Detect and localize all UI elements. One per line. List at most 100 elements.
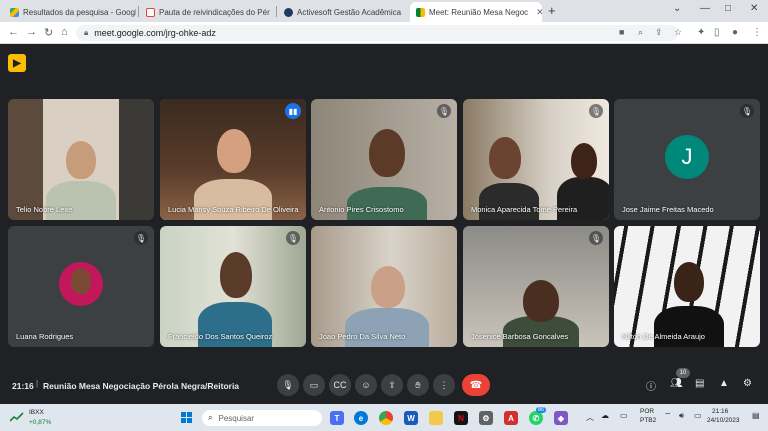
microphone-button[interactable]: 🎙︎ <box>277 374 299 396</box>
windows-taskbar: IBXX +0,87% ⌕ Pesquisar T e W N ⚙ A ✆ 86… <box>0 404 768 431</box>
netflix-icon[interactable]: N <box>454 411 468 425</box>
present-screen-button[interactable]: ⇧ <box>381 374 403 396</box>
separator: | <box>36 379 39 388</box>
file-explorer-icon[interactable] <box>429 411 443 425</box>
participant-tile[interactable]: 🎙︎ Francieldo Dos Santos Queiroz <box>160 226 306 347</box>
meet-window: ▶ Telio Nobre Leite ▮▮ Lucia Marisy Souz… <box>0 44 768 404</box>
chrome-icon[interactable] <box>379 411 393 425</box>
back-arrow-icon[interactable]: ← <box>8 26 19 38</box>
address-bar[interactable]: 🔒︎ meet.google.com/jrg-ohke-adz <box>76 25 678 41</box>
browser-tab-1[interactable]: Resultados da pesquisa - Googl ✕ <box>4 2 136 22</box>
leave-call-button[interactable]: ☎︎ <box>462 374 490 396</box>
zoom-icon[interactable]: ⌕ <box>638 27 643 38</box>
stock-chart-icon[interactable] <box>10 412 24 422</box>
participant-tile[interactable]: 🎙︎ Monica Aparecida Tome Pereira <box>463 99 609 220</box>
participant-name: Antonio Pires Crisostomo <box>319 205 404 214</box>
participant-tile[interactable]: 🎙︎ Antonio Pires Crisostomo <box>311 99 457 220</box>
meeting-info-icon[interactable]: ⓘ <box>646 378 656 393</box>
menu-kebab-icon[interactable]: ⋮ <box>752 27 762 38</box>
participant-tile[interactable]: Telio Nobre Leite <box>8 99 154 220</box>
app-icon[interactable]: ◆ <box>554 411 568 425</box>
participant-tile[interactable]: 🎙︎ Luana Rodrigues <box>8 226 154 347</box>
browser-tab-2[interactable]: Pauta de reivindicações do Pér ✕ <box>140 2 274 22</box>
participant-name: Jose Jaime Freitas Macedo <box>622 205 714 214</box>
video-person <box>347 187 427 220</box>
tab-label: Activesoft Gestão Acadêmica <box>297 7 402 17</box>
participant-name: Lucia Marisy Souza Ribeiro De Oliveira <box>168 205 299 214</box>
video-person-head <box>523 280 559 322</box>
meeting-clock: 21:16 <box>12 381 34 391</box>
people-icon[interactable]: 👥︎ <box>670 378 683 389</box>
video-person <box>46 181 116 220</box>
onedrive-icon[interactable]: ☁︎ <box>601 411 609 420</box>
bookmark-star-icon[interactable]: ☆ <box>674 27 682 38</box>
search-placeholder: Pesquisar <box>218 413 255 423</box>
meet-activity-icon[interactable]: ▶ <box>8 54 26 72</box>
word-icon[interactable]: W <box>404 411 418 425</box>
side-panel-icon[interactable]: ▯ <box>714 27 720 38</box>
close-tab-icon[interactable]: ✕ <box>532 7 542 18</box>
video-person-head <box>217 129 251 173</box>
new-tab-button[interactable]: + <box>548 3 556 18</box>
participant-tile[interactable]: 🎙︎ Josenice Barbosa Goncalves <box>463 226 609 347</box>
meet-icon <box>416 7 425 17</box>
teams-icon[interactable]: T <box>330 411 344 425</box>
home-icon[interactable]: ⌂ <box>61 26 68 38</box>
video-person-head <box>220 252 252 298</box>
volume-icon[interactable]: 🔊︎ <box>679 411 684 421</box>
battery-icon[interactable]: ▭ <box>694 411 702 420</box>
participant-tile[interactable]: J 🎙︎ Jose Jaime Freitas Macedo <box>614 99 760 220</box>
video-person-head <box>489 137 521 179</box>
emoji-reactions-button[interactable]: ☺ <box>355 374 377 396</box>
google-drive-icon <box>10 7 19 17</box>
tab-search-chevron-icon[interactable]: ⌄ <box>673 3 681 14</box>
settings-icon[interactable]: ⚙ <box>479 411 493 425</box>
close-window-button[interactable]: ✕ <box>750 3 758 14</box>
acrobat-icon[interactable]: A <box>504 411 518 425</box>
browser-tab-meet[interactable]: Meet: Reunião Mesa Negoc ✕ <box>410 2 542 22</box>
close-tab-icon[interactable]: ✕ <box>401 7 406 18</box>
maximize-button[interactable]: □ <box>725 3 731 14</box>
taskbar-date: 24/10/2023 <box>707 417 740 424</box>
notifications-icon[interactable]: ▤ <box>752 411 760 420</box>
chat-icon[interactable]: ▤ <box>695 378 704 389</box>
participant-tile-active-speaker[interactable]: ▮▮ Lucia Marisy Souza Ribeiro De Oliveir… <box>160 99 306 220</box>
raise-hand-button[interactable]: ✋︎ <box>407 374 429 396</box>
browser-tab-3[interactable]: Activesoft Gestão Acadêmica ✕ <box>278 2 406 22</box>
extensions-icon[interactable]: ✦ <box>697 27 705 38</box>
microphone-off-icon: 🎙︎ <box>286 231 300 245</box>
wifi-icon[interactable]: ⌔ <box>664 411 672 421</box>
whatsapp-icon[interactable]: ✆ <box>529 411 543 425</box>
close-tab-icon[interactable]: ✕ <box>270 7 275 18</box>
tab-label: Pauta de reivindicações do Pér <box>159 7 270 17</box>
edge-icon[interactable]: e <box>354 411 368 425</box>
forward-arrow-icon[interactable]: → <box>26 26 37 38</box>
windows-start-icon[interactable] <box>181 412 193 424</box>
video-person-head <box>371 266 405 308</box>
participant-name: Nilton De Almeida Araujo <box>622 332 705 341</box>
profile-icon[interactable]: ● <box>732 27 738 38</box>
tab-divider <box>276 6 277 17</box>
reload-icon[interactable]: ↻ <box>44 26 53 39</box>
participant-tile[interactable]: Nilton De Almeida Araujo <box>614 226 760 347</box>
activities-icon[interactable]: ▲ <box>719 378 729 389</box>
tab-label: Meet: Reunião Mesa Negoc <box>429 7 529 17</box>
keyboard-layout: PTB2 <box>640 417 657 424</box>
video-person-head <box>674 262 704 302</box>
captions-button[interactable]: CC <box>329 374 351 396</box>
microphone-off-icon: 🎙︎ <box>740 104 754 118</box>
minimize-button[interactable]: — <box>700 3 710 14</box>
participant-name: Joao Pedro Da Silva Neto <box>319 332 406 341</box>
taskbar-search-box[interactable]: ⌕ Pesquisar <box>202 410 322 426</box>
language-indicator[interactable]: POR <box>640 408 654 415</box>
host-controls-icon[interactable]: ⚙︎ <box>743 378 752 389</box>
tray-chevron-icon[interactable]: ︿ <box>586 412 594 423</box>
share-icon[interactable]: ⇪ <box>655 27 663 38</box>
browser-tab-strip: Resultados da pesquisa - Googl ✕ Pauta d… <box>0 0 768 22</box>
camera-button[interactable]: ▭ <box>303 374 325 396</box>
taskbar-clock[interactable]: 21:16 <box>712 408 728 415</box>
participant-tile[interactable]: Joao Pedro Da Silva Neto <box>311 226 457 347</box>
network-icon[interactable]: ▭ <box>620 411 628 420</box>
more-options-button[interactable]: ⋮ <box>433 374 455 396</box>
camera-icon[interactable]: ■ <box>619 27 624 37</box>
